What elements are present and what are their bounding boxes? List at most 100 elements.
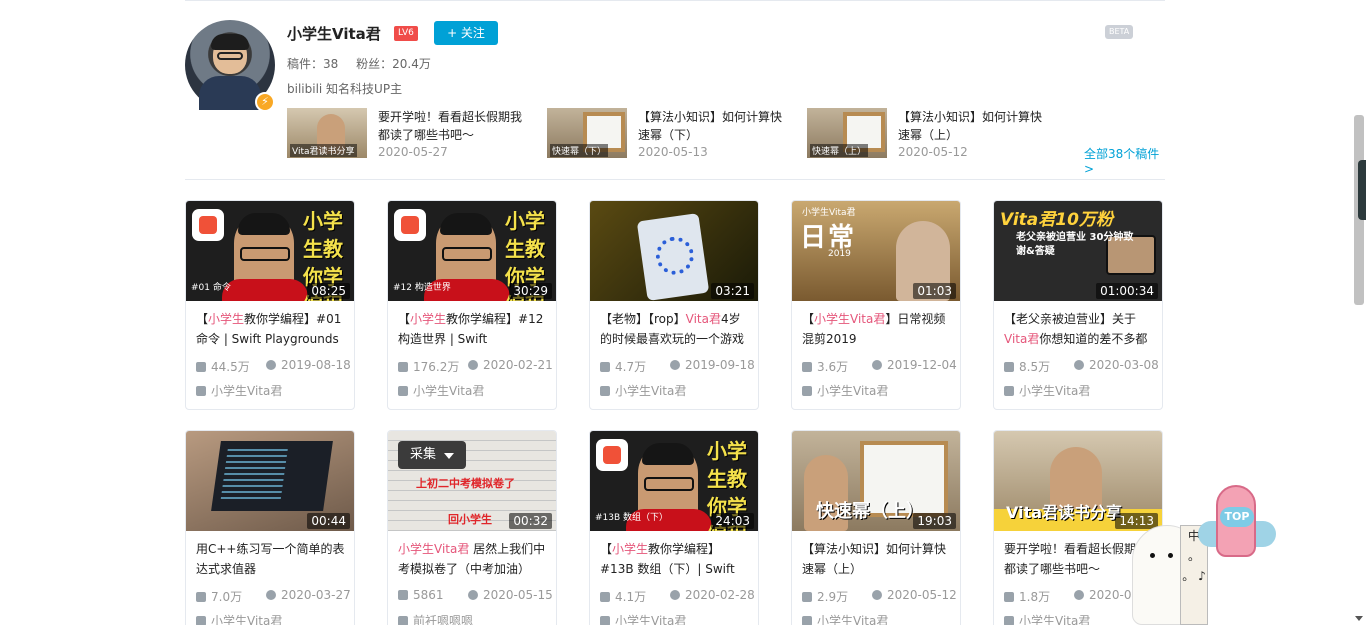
video-cover[interactable]: 03:21 bbox=[590, 201, 758, 301]
profile-header: ⚡ 小学生Vita君 LV6 + 关注 稿件：38 粉丝：20.4万 bilib… bbox=[185, 20, 1165, 176]
space-page: ⚡ 小学生Vita君 LV6 + 关注 稿件：38 粉丝：20.4万 bilib… bbox=[0, 0, 1366, 625]
play-count-icon bbox=[196, 362, 206, 372]
video-author[interactable]: 小学生Vita君 bbox=[398, 382, 484, 399]
submission-count[interactable]: 稿件：38 bbox=[287, 57, 338, 71]
recent-item[interactable]: 快速幂（上） 【算法小知识】如何计算快速幂（上） 2020-05-12 bbox=[807, 108, 1047, 160]
video-meta: 3.6万 2019-12-04 bbox=[802, 358, 957, 375]
user-icon bbox=[1004, 616, 1014, 625]
video-duration: 00:32 bbox=[509, 513, 552, 529]
play-count-icon bbox=[1004, 592, 1014, 602]
swift-logo-icon bbox=[192, 209, 224, 241]
video-duration: 00:44 bbox=[307, 513, 350, 529]
video-card[interactable]: 03:21 【老物】【rop】Vita君4岁的时候最喜欢玩的一个游戏 4.7万 2… bbox=[589, 200, 759, 410]
recent-item[interactable]: Vita君读书分享 要开学啦！看看超长假期我都读了哪些书吧～ 2020-05-2… bbox=[287, 108, 527, 160]
video-title[interactable]: 【老父亲被迫营业】关于Vita君你想知道的差不多都 bbox=[1004, 309, 1154, 349]
video-cover[interactable]: 快速幂（上） 19:03 bbox=[792, 431, 960, 531]
recent-thumbnail[interactable]: Vita君读书分享 bbox=[287, 108, 367, 158]
video-meta: 8.5万 2020-03-08 bbox=[1004, 358, 1159, 375]
video-author[interactable]: 前衽嗯嗯嗯 bbox=[398, 612, 473, 625]
video-duration: 08:25 bbox=[307, 283, 350, 299]
video-cover[interactable]: 小学生教你学编程 #12 构造世界 30:29 bbox=[388, 201, 556, 301]
video-title[interactable]: 【小学生Vita君】日常视频混剪2019 bbox=[802, 309, 952, 349]
video-meta: 7.0万 2020-03-27 bbox=[196, 588, 351, 605]
clock-icon bbox=[266, 360, 276, 370]
clock-icon bbox=[468, 590, 478, 600]
collect-button[interactable]: 采集 bbox=[398, 441, 466, 469]
video-author[interactable]: 小学生Vita君 bbox=[1004, 612, 1090, 625]
swift-logo-icon bbox=[394, 209, 426, 241]
video-cover[interactable]: Vita君读书分享 14:13 bbox=[994, 431, 1162, 531]
video-cover[interactable]: 00:44 bbox=[186, 431, 354, 531]
follower-count[interactable]: 粉丝：20.4万 bbox=[356, 57, 431, 71]
play-count-icon bbox=[802, 592, 812, 602]
video-author[interactable]: 小学生Vita君 bbox=[196, 612, 282, 625]
video-title[interactable]: 【小学生教你学编程】#12 构造世界 | Swift bbox=[398, 309, 548, 349]
video-card[interactable]: 小学生教你学编程 #12 构造世界 30:29 【小学生教你学编程】#12 构造… bbox=[387, 200, 557, 410]
recent-item[interactable]: 快速幂（下） 【算法小知识】如何计算快速幂（下） 2020-05-13 bbox=[547, 108, 787, 160]
play-count-icon bbox=[600, 362, 610, 372]
video-card[interactable]: 小学生教你学编程 #01 命令 08:25 【小学生教你学编程】#01 命令 |… bbox=[185, 200, 355, 410]
video-author[interactable]: 小学生Vita君 bbox=[802, 612, 888, 625]
recent-thumbnail[interactable]: 快速幂（上） bbox=[807, 108, 887, 158]
video-author[interactable]: 小学生Vita君 bbox=[196, 382, 282, 399]
video-title[interactable]: 【小学生教你学编程】#13B 数组（下）| Swift bbox=[600, 539, 750, 579]
video-meta: 4.1万 2020-02-28 bbox=[600, 588, 755, 605]
clock-icon bbox=[1074, 590, 1084, 600]
video-card[interactable]: 快速幂（上） 19:03 【算法小知识】如何计算快速幂（上） 2.9万 2020-… bbox=[791, 430, 961, 625]
video-author[interactable]: 小学生Vita君 bbox=[600, 612, 686, 625]
video-card[interactable]: 小学生教你学编程 #13B 数组（下） 24:03 【小学生教你学编程】#13B… bbox=[589, 430, 759, 625]
video-meta: 4.7万 2019-09-18 bbox=[600, 358, 755, 375]
user-icon bbox=[398, 386, 408, 396]
video-card[interactable]: 00:44 用C++练习写一个简单的表达式求值器 7.0万 2020-03-27 … bbox=[185, 430, 355, 625]
avatar[interactable]: ⚡ bbox=[185, 20, 275, 112]
clock-icon bbox=[670, 360, 680, 370]
clock-icon bbox=[266, 590, 276, 600]
video-duration: 01:03 bbox=[913, 283, 956, 299]
clock-icon bbox=[872, 590, 882, 600]
user-icon bbox=[398, 616, 408, 625]
scroll-down-arrow-icon[interactable] bbox=[1355, 616, 1363, 621]
video-title[interactable]: 【老物】【rop】Vita君4岁的时候最喜欢玩的一个游戏 bbox=[600, 309, 750, 349]
swift-logo-icon bbox=[596, 439, 628, 471]
video-cover[interactable]: 上初二中考模拟卷了 回小学生 采集 00:32 bbox=[388, 431, 556, 531]
video-card[interactable]: Vita君10万粉 老父亲被迫营业 30分钟致谢&答疑 01:00:34 【老父… bbox=[993, 200, 1163, 410]
recent-title[interactable]: 【算法小知识】如何计算快速幂（上） bbox=[898, 108, 1046, 144]
video-title[interactable]: 小学生Vita君 居然上我们中考模拟卷了（中考加油） bbox=[398, 539, 548, 579]
video-card[interactable]: 小学生Vita君 日常 2019 01:03 【小学生Vita君】日常视频混剪2… bbox=[791, 200, 961, 410]
video-title[interactable]: 【小学生教你学编程】#01 命令 | Swift Playgrounds 通 bbox=[196, 309, 346, 349]
user-icon bbox=[1004, 386, 1014, 396]
user-icon bbox=[802, 616, 812, 625]
play-count-icon bbox=[802, 362, 812, 372]
user-stats: 稿件：38 粉丝：20.4万 bbox=[287, 55, 445, 72]
user-icon bbox=[196, 386, 206, 396]
recent-date: 2020-05-12 bbox=[898, 145, 968, 159]
recent-title[interactable]: 要开学啦！看看超长假期我都读了哪些书吧～ bbox=[378, 108, 526, 144]
video-duration: 03:21 bbox=[711, 283, 754, 299]
video-cover[interactable]: 小学生教你学编程 #13B 数组（下） 24:03 bbox=[590, 431, 758, 531]
beta-badge: BETA bbox=[1105, 25, 1134, 39]
video-author[interactable]: 小学生Vita君 bbox=[600, 382, 686, 399]
user-name[interactable]: 小学生Vita君 bbox=[287, 23, 381, 44]
video-cover[interactable]: Vita君10万粉 老父亲被迫营业 30分钟致谢&答疑 01:00:34 bbox=[994, 201, 1162, 301]
video-cover[interactable]: 小学生Vita君 日常 2019 01:03 bbox=[792, 201, 960, 301]
video-title[interactable]: 用C++练习写一个简单的表达式求值器 bbox=[196, 539, 346, 579]
back-to-top-label[interactable]: TOP bbox=[1220, 507, 1254, 527]
video-author[interactable]: 小学生Vita君 bbox=[802, 382, 888, 399]
header-divider bbox=[185, 179, 1165, 180]
top-divider bbox=[185, 0, 1165, 1]
clock-icon bbox=[1074, 360, 1084, 370]
video-meta: 44.5万 2019-08-18 bbox=[196, 358, 351, 375]
follow-button[interactable]: + 关注 bbox=[434, 21, 498, 45]
video-duration: 24:03 bbox=[711, 513, 754, 529]
video-cover[interactable]: 小学生教你学编程 #01 命令 08:25 bbox=[186, 201, 354, 301]
video-title[interactable]: 【算法小知识】如何计算快速幂（上） bbox=[802, 539, 952, 579]
recent-thumbnail[interactable]: 快速幂（下） bbox=[547, 108, 627, 158]
clock-icon bbox=[468, 360, 478, 370]
video-author[interactable]: 小学生Vita君 bbox=[1004, 382, 1090, 399]
all-videos-link[interactable]: 全部38个稿件> bbox=[1084, 145, 1165, 176]
back-to-top-rocket[interactable]: TOP bbox=[1196, 485, 1286, 565]
side-handle[interactable] bbox=[1358, 160, 1366, 220]
video-card[interactable]: 上初二中考模拟卷了 回小学生 采集 00:32 小学生Vita君 居然上我们中考… bbox=[387, 430, 557, 625]
recent-title[interactable]: 【算法小知识】如何计算快速幂（下） bbox=[638, 108, 786, 144]
play-count-icon bbox=[600, 592, 610, 602]
